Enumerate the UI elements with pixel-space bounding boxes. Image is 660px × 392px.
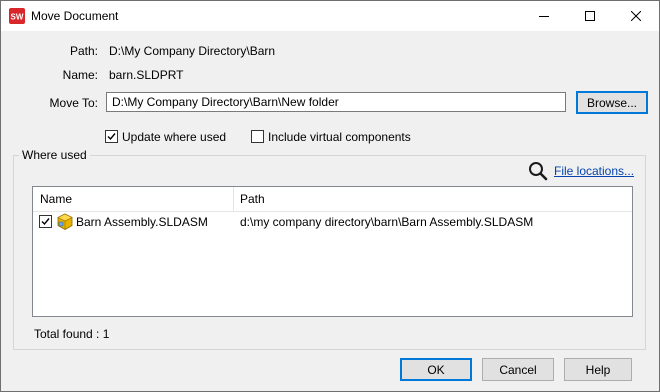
move-to-input[interactable]: [106, 92, 566, 112]
checkmark-icon: [41, 218, 50, 226]
table-row[interactable]: Barn Assembly.SLDASM d:\my company direc…: [33, 213, 632, 231]
move-to-label: Move To:: [49, 96, 98, 110]
path-label: Path:: [69, 44, 98, 58]
minimize-icon: [539, 16, 549, 17]
window-title: Move Document: [31, 9, 119, 23]
row-name: Barn Assembly.SLDASM: [76, 215, 208, 229]
checkmark-icon: [107, 133, 116, 141]
cancel-button-label: Cancel: [499, 362, 537, 377]
column-header-name[interactable]: Name: [33, 187, 233, 211]
total-found-label: Total found : 1: [34, 327, 110, 341]
maximize-button[interactable]: [567, 1, 613, 31]
update-where-used-checkbox[interactable]: [105, 130, 118, 143]
name-value: barn.SLDPRT: [109, 68, 184, 82]
close-button[interactable]: [613, 1, 659, 31]
where-used-list[interactable]: Name Path Barn Assembly.SLDASM d:\my com…: [32, 186, 633, 317]
assembly-icon: [57, 213, 73, 230]
maximize-icon: [585, 11, 595, 21]
browse-button[interactable]: Browse...: [576, 91, 648, 114]
include-virtual-components-label[interactable]: Include virtual components: [268, 130, 411, 144]
search-icon[interactable]: [528, 161, 548, 181]
help-button-label: Help: [585, 362, 611, 377]
ok-button[interactable]: OK: [400, 358, 472, 381]
name-label: Name:: [62, 68, 98, 82]
include-virtual-components-checkbox[interactable]: [251, 130, 264, 143]
title-bar: SW Move Document: [1, 1, 659, 31]
close-icon: [631, 11, 641, 21]
minimize-button[interactable]: [521, 1, 567, 31]
update-where-used-label[interactable]: Update where used: [122, 130, 226, 144]
where-used-group-title: Where used: [19, 148, 90, 162]
column-header-path[interactable]: Path: [233, 187, 629, 211]
path-value: D:\My Company Directory\Barn: [109, 44, 276, 58]
file-locations-link[interactable]: File locations...: [554, 164, 634, 178]
row-checkbox[interactable]: [39, 215, 52, 228]
list-header: Name Path: [33, 187, 632, 212]
solidworks-icon: SW: [9, 8, 25, 24]
row-path: d:\my company directory\barn\Barn Assemb…: [240, 215, 534, 229]
ok-button-label: OK: [427, 362, 445, 377]
help-button[interactable]: Help: [564, 358, 632, 381]
browse-button-label: Browse...: [586, 95, 637, 110]
svg-text:SW: SW: [11, 13, 24, 22]
cancel-button[interactable]: Cancel: [482, 358, 554, 381]
move-document-dialog: SW Move Document Path: D:\My Company Dir…: [0, 0, 660, 392]
